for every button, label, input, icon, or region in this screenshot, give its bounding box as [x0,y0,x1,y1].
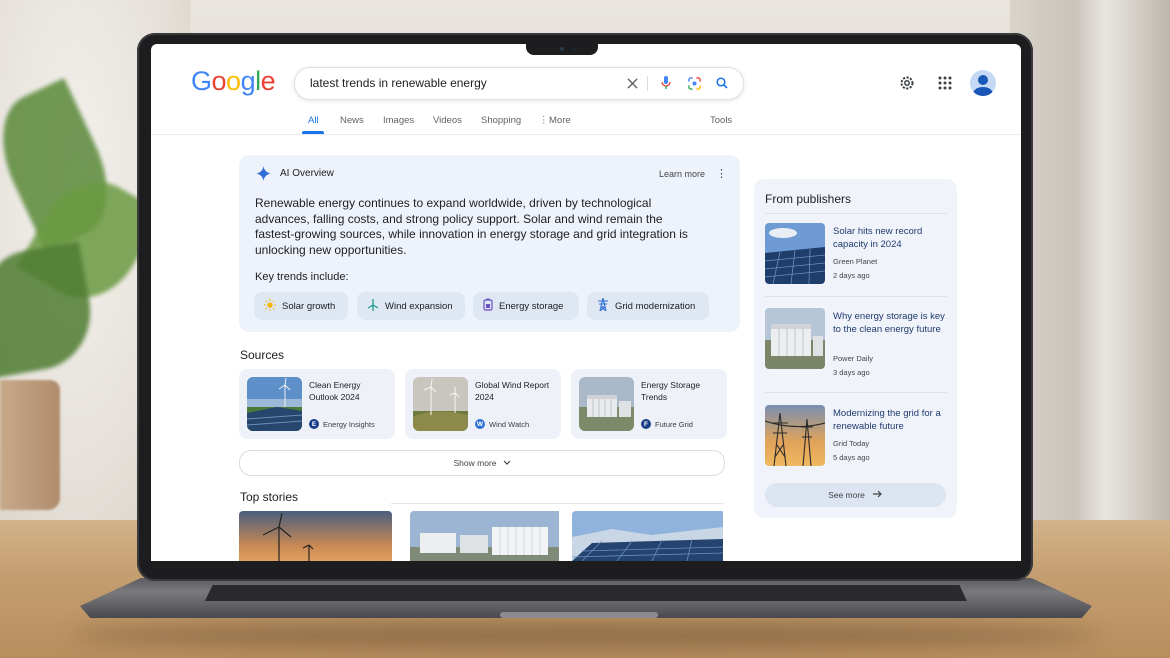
chip-wind-expansion[interactable]: Wind expansion [357,292,465,320]
camera-notch [526,44,598,55]
sun-icon [264,298,276,314]
source-publisher: E Energy Insights [309,419,375,429]
ai-overview-text: Renewable energy continues to expand wor… [255,196,688,257]
more-options-icon[interactable]: ⋮ [716,167,727,180]
chip-energy-storage[interactable]: Energy storage [473,292,579,320]
chip-label: Wind expansion [385,300,453,312]
learn-more-link[interactable]: Learn more [659,169,705,179]
source-title: Global Wind Report 2024 [475,380,550,402]
header-divider [151,134,1021,135]
source-publisher: F Future Grid [641,419,693,429]
top-stories-heading: Top stories [240,490,299,504]
article-age: 2 days ago [833,271,870,280]
plant-pot [0,380,60,510]
tab-shopping[interactable]: Shopping [481,115,521,126]
clear-icon[interactable] [623,74,641,92]
chip-label: Solar growth [282,300,336,312]
google-logo[interactable]: Google [191,66,276,97]
publishers-heading: From publishers [765,192,852,206]
see-more-button[interactable]: See more [765,483,946,507]
ai-overview-card: AI Overview Learn more ⋮ Renewable energ… [239,155,740,332]
power-tower-icon [597,297,609,314]
laptop-keyboard [205,585,967,601]
publisher-article[interactable]: Solar hits new record capacity in 2024 G… [765,223,947,285]
article-image-power-lines [765,405,825,466]
article-source: Green Planet [833,257,878,266]
source-title: Clean Energy Outlook 2024 [309,380,361,402]
search-box[interactable]: latest trends in renewable energy [294,67,744,100]
article-age: 5 days ago [833,453,870,462]
article-age: 3 days ago [833,368,870,377]
key-trends-label: Key trends include: [255,271,349,283]
sources-heading: Sources [240,348,285,362]
separator [765,213,947,214]
source-title: Energy Storage Trends [641,380,701,402]
browser-screen: Google latest trends in renewable energy… [151,44,1021,561]
chip-label: Grid modernization [615,300,696,312]
tab-more[interactable]: More [549,115,571,126]
chip-solar-growth[interactable]: Solar growth [254,292,348,320]
battery-icon [483,298,493,314]
article-source: Power Daily [833,354,874,363]
source-publisher: W Wind Watch [475,419,529,429]
show-more-label: Show more [453,458,497,468]
more-dots-icon[interactable]: ⋮ [539,115,549,126]
ai-overview-title: AI Overview [280,168,334,179]
article-image-solar [765,223,825,284]
publisher-logo: F [641,419,651,429]
story-image-wind-sunset[interactable] [239,511,392,561]
arrow-right-icon [872,490,883,500]
separator [765,392,947,393]
publishers-panel: From publishers Solar hits new record ca… [754,179,957,518]
tab-tools[interactable]: Tools [710,115,732,126]
lens-icon[interactable] [685,74,703,92]
tab-videos[interactable]: Videos [433,115,462,126]
stories-divider [391,503,724,504]
chip-label: Energy storage [499,300,564,312]
divider-line [647,76,648,91]
sparkle-icon [256,166,271,186]
tab-news[interactable]: News [340,115,364,126]
source-card[interactable]: Global Wind Report 2024 W Wind Watch [405,369,561,439]
article-title: Modernizing the grid for a renewable fut… [833,408,941,432]
search-input[interactable]: latest trends in renewable energy [310,76,487,90]
chevron-down-icon [503,458,511,468]
tab-images[interactable]: Images [383,115,414,126]
background-window-right [1010,0,1170,540]
microphone-icon[interactable] [657,74,675,92]
publisher-article[interactable]: Why energy storage is key to the clean e… [765,308,947,377]
wind-turbine-icon [367,298,379,314]
publisher-logo: E [309,419,319,429]
tab-all[interactable]: All [308,115,319,126]
source-image-wind-farm [413,377,468,431]
story-image-battery-storage[interactable] [410,511,563,561]
see-more-label: See more [828,490,865,500]
settings-icon[interactable] [897,73,917,93]
separator [765,296,947,297]
search-tabs: All News Images Videos Shopping ⋮ More T… [301,115,901,129]
article-title: Why energy storage is key to the clean e… [833,311,945,335]
article-image-storage [765,308,825,369]
source-card[interactable]: Energy Storage Trends F Future Grid [571,369,727,439]
laptop-lip [500,612,658,618]
publisher-name: Future Grid [655,419,693,429]
article-source: Grid Today [833,439,870,448]
publisher-name: Energy Insights [323,419,375,429]
source-image-solar-wind [247,377,302,431]
publisher-name: Wind Watch [489,419,530,429]
avatar[interactable] [970,70,996,96]
publisher-article[interactable]: Modernizing the grid for a renewable fut… [765,405,947,467]
show-more-button[interactable]: Show more [239,450,725,476]
story-image-solar-panels[interactable] [572,511,725,561]
apps-grid-icon[interactable] [935,73,955,93]
source-image-storage-containers [579,377,634,431]
laptop-shadow [70,622,1100,648]
source-card[interactable]: Clean Energy Outlook 2024 E Energy Insigh… [239,369,395,439]
publisher-logo: W [475,419,485,429]
chip-grid-modernization[interactable]: Grid modernization [587,292,709,320]
article-title: Solar hits new record capacity in 2024 [833,226,923,250]
search-icon[interactable] [713,74,731,92]
